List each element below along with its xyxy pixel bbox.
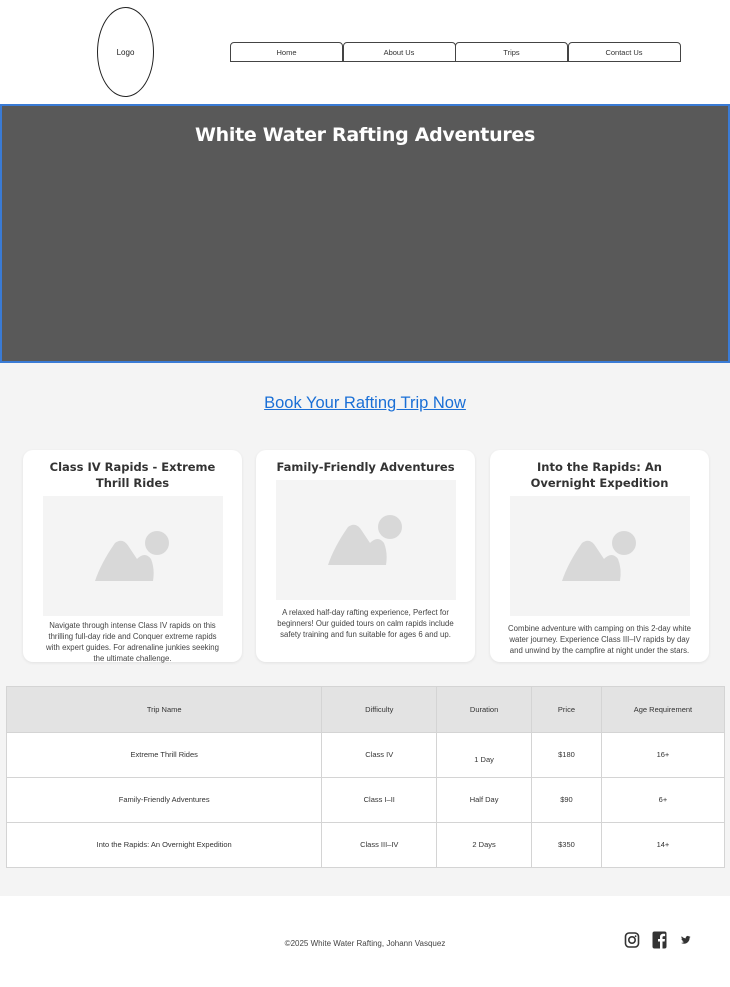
logo[interactable]: Logo <box>97 7 154 97</box>
card-description: Combine adventure with camping on this 2… <box>508 624 691 655</box>
hero-title: White Water Rafting Adventures <box>195 124 535 146</box>
nav-home-button[interactable]: Home <box>230 42 343 62</box>
site-header: Logo Home About Us Trips Contact Us <box>0 0 730 104</box>
table-cell: 14+ <box>600 822 726 868</box>
logo-label: Logo <box>116 47 135 57</box>
image-placeholder-icon <box>42 496 223 616</box>
table-cell: $90 <box>531 777 602 823</box>
column-header: Duration <box>436 686 533 733</box>
hero-banner: White Water Rafting Adventures <box>0 104 730 363</box>
card-title: Into the Rapids: An Overnight Expedition <box>530 460 669 490</box>
table-cell: Class III–IV <box>321 822 438 868</box>
table-cell: Family-Friendly Adventures <box>5 777 323 823</box>
table-cell: 1 Day <box>436 732 533 778</box>
table-cell: 16+ <box>600 732 726 778</box>
table-header-row: Trip Name Difficulty Duration Price Age … <box>5 686 726 733</box>
column-header: Trip Name <box>5 686 323 733</box>
instagram-icon[interactable] <box>624 931 640 949</box>
image-placeholder-icon <box>275 480 456 600</box>
card-title: Class IV Rapids - Extreme Thrill Rides <box>49 460 216 490</box>
site-footer: ©2025 White Water Rafting, Johann Vasque… <box>0 896 730 987</box>
nav-about-button[interactable]: About Us <box>342 42 456 62</box>
table-row: Extreme Thrill Rides Class IV 1 Day $180… <box>5 732 726 778</box>
table-row: Into the Rapids: An Overnight Expedition… <box>5 822 726 868</box>
copyright-text: ©2025 White Water Rafting, Johann Vasque… <box>284 939 446 948</box>
trip-card: Class IV Rapids - Extreme Thrill Rides N… <box>23 450 242 663</box>
card-description: A relaxed half-day rafting experience, P… <box>277 608 454 639</box>
main-nav: Home About Us Trips Contact Us <box>230 42 681 62</box>
table-row: Family-Friendly Adventures Class I–II Ha… <box>5 777 726 823</box>
table-cell: Into the Rapids: An Overnight Expedition <box>5 822 323 868</box>
table-cell: Extreme Thrill Rides <box>5 732 323 778</box>
cta-section: Book Your Rafting Trip Now <box>0 394 730 413</box>
table-cell: 6+ <box>600 777 726 823</box>
table-cell: 2 Days <box>436 822 533 868</box>
nav-contact-button[interactable]: Contact Us <box>567 42 681 62</box>
table-cell: Half Day <box>436 777 533 823</box>
column-header: Difficulty <box>321 686 438 733</box>
social-links <box>624 931 691 949</box>
table-cell: Class I–II <box>321 777 438 823</box>
image-placeholder-icon <box>509 496 690 616</box>
column-header: Price <box>531 686 602 733</box>
book-trip-link[interactable]: Book Your Rafting Trip Now <box>264 394 466 412</box>
column-header: Age Requirement <box>600 686 726 733</box>
trip-card: Family-Friendly Adventures A relaxed hal… <box>256 450 475 662</box>
trip-card: Into the Rapids: An Overnight Expedition… <box>490 450 709 662</box>
trips-table: Trip Name Difficulty Duration Price Age … <box>5 686 726 868</box>
table-cell: $350 <box>531 822 602 868</box>
card-description: Navigate through intense Class IV rapids… <box>46 621 219 663</box>
table-cell: Class IV <box>321 732 438 778</box>
nav-trips-button[interactable]: Trips <box>455 42 568 62</box>
twitter-icon[interactable] <box>681 935 691 945</box>
table-cell: $180 <box>531 732 602 778</box>
facebook-icon[interactable] <box>652 931 667 949</box>
card-title: Family-Friendly Adventures <box>276 460 455 474</box>
